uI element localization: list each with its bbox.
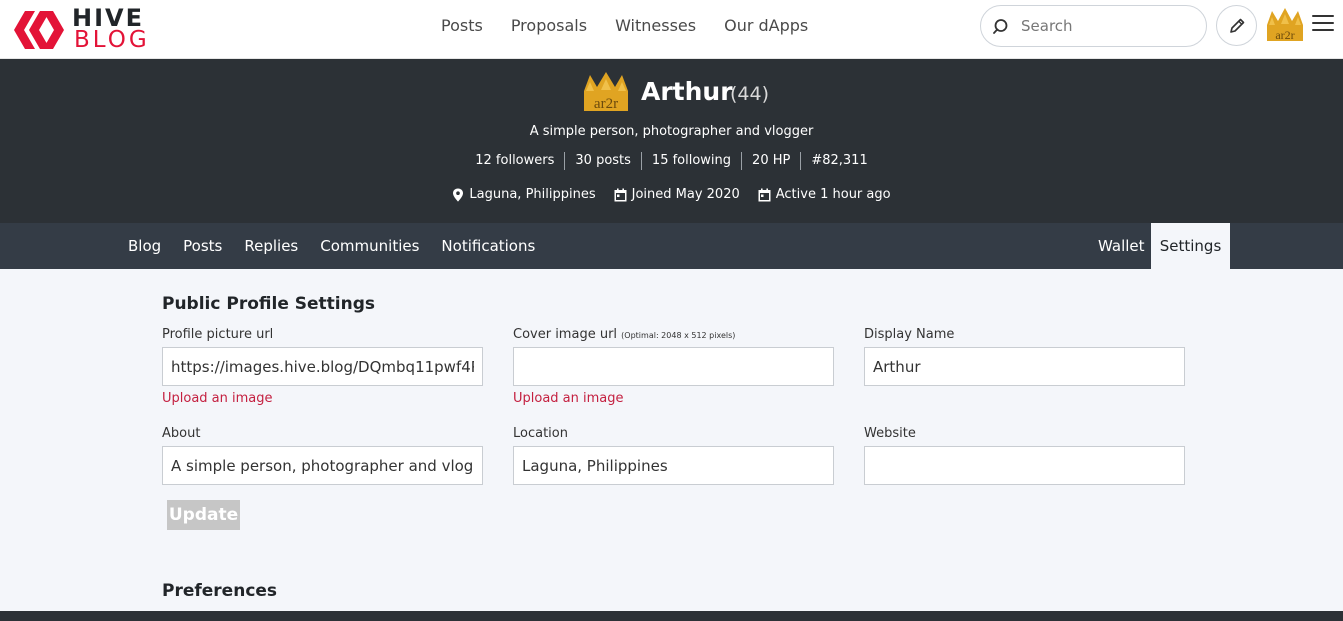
nav-posts[interactable]: Posts <box>441 16 483 36</box>
search-input[interactable] <box>1021 15 1191 37</box>
top-header: HIVE BLOG Posts Proposals Witnesses Our … <box>0 0 1343 59</box>
update-button[interactable]: Update <box>167 500 240 530</box>
posts-count: 30 posts <box>564 152 641 170</box>
cover-image-input[interactable] <box>513 347 834 386</box>
cover-image-label: Cover image url <box>513 327 618 342</box>
logo-blog-text: BLOG <box>74 27 150 53</box>
footer-strip <box>0 611 1343 621</box>
location-item: Laguna, Philippines <box>452 186 596 204</box>
location-label: Location <box>513 426 568 441</box>
calendar-icon <box>758 188 771 202</box>
public-profile-settings-title: Public Profile Settings <box>162 294 376 314</box>
website-label: Website <box>864 426 916 441</box>
profile-avatar-text: ar2r <box>594 96 618 112</box>
cover-image-label-wrap: Cover image url (Optimal: 2048 x 512 pix… <box>513 326 735 345</box>
profile-picture-input[interactable] <box>162 347 483 386</box>
tab-notifications[interactable]: Notifications <box>441 237 535 255</box>
tab-settings[interactable]: Settings <box>1151 223 1230 269</box>
active-item: Active 1 hour ago <box>758 186 891 204</box>
user-avatar[interactable]: ar2r <box>1264 7 1306 45</box>
profile-name: Arthur <box>641 77 733 106</box>
followers-count[interactable]: 12 followers <box>465 152 564 170</box>
menu-icon[interactable] <box>1312 15 1334 35</box>
profile-active: Active 1 hour ago <box>775 187 891 202</box>
profile-reputation: (44) <box>730 83 770 105</box>
upload-cover-image-link[interactable]: Upload an image <box>513 390 624 408</box>
hive-logo-icon <box>14 11 64 49</box>
tab-wallet[interactable]: Wallet <box>1098 237 1145 255</box>
profile-picture-label: Profile picture url <box>162 327 274 342</box>
main-nav: Posts Proposals Witnesses Our dApps <box>441 16 808 36</box>
cover-image-hint: (Optimal: 2048 x 512 pixels) <box>621 331 736 340</box>
tab-blog[interactable]: Blog <box>128 237 161 255</box>
create-post-button[interactable] <box>1216 5 1257 46</box>
nav-proposals[interactable]: Proposals <box>511 16 587 36</box>
tab-communities[interactable]: Communities <box>320 237 419 255</box>
hive-blog-logo[interactable]: HIVE BLOG <box>12 6 172 52</box>
nav-our-dapps[interactable]: Our dApps <box>724 16 808 36</box>
website-input[interactable] <box>864 446 1185 485</box>
profile-tabs: Blog Posts Replies Communities Notificat… <box>0 223 1343 269</box>
search-box[interactable] <box>980 5 1207 47</box>
tab-posts[interactable]: Posts <box>183 237 222 255</box>
tab-settings-label[interactable]: Settings <box>1160 237 1222 255</box>
user-avatar-text: ar2r <box>1275 28 1294 42</box>
about-input[interactable] <box>162 446 483 485</box>
display-name-input[interactable] <box>864 347 1185 386</box>
display-name-label: Display Name <box>864 327 955 342</box>
calendar-icon <box>614 188 627 202</box>
following-count[interactable]: 15 following <box>640 152 741 170</box>
hive-power: 20 HP <box>741 152 800 170</box>
profile-about: A simple person, photographer and vlogge… <box>529 124 814 139</box>
nav-witnesses[interactable]: Witnesses <box>615 16 696 36</box>
profile-stats: 12 followers 30 posts 15 following 20 HP… <box>0 152 1343 170</box>
upload-profile-picture-link[interactable]: Upload an image <box>162 390 273 408</box>
profile-avatar: ar2r <box>584 72 628 112</box>
profile-location: Laguna, Philippines <box>469 187 596 202</box>
preferences-title: Preferences <box>162 581 278 601</box>
rank: #82,311 <box>800 152 877 170</box>
tab-replies[interactable]: Replies <box>244 237 298 255</box>
location-pin-icon <box>453 188 464 202</box>
profile-joined: Joined May 2020 <box>631 187 740 202</box>
profile-meta: Laguna, Philippines Joined May 2020 Acti… <box>0 186 1343 204</box>
location-input[interactable] <box>513 446 834 485</box>
search-icon <box>993 19 1008 34</box>
profile-tabs-left: Blog Posts Replies Communities Notificat… <box>128 223 535 269</box>
pencil-icon <box>1230 18 1245 33</box>
profile-banner: ar2r Arthur (44) A simple person, photog… <box>0 59 1343 223</box>
about-label: About <box>162 426 201 441</box>
joined-item: Joined May 2020 <box>614 186 740 204</box>
